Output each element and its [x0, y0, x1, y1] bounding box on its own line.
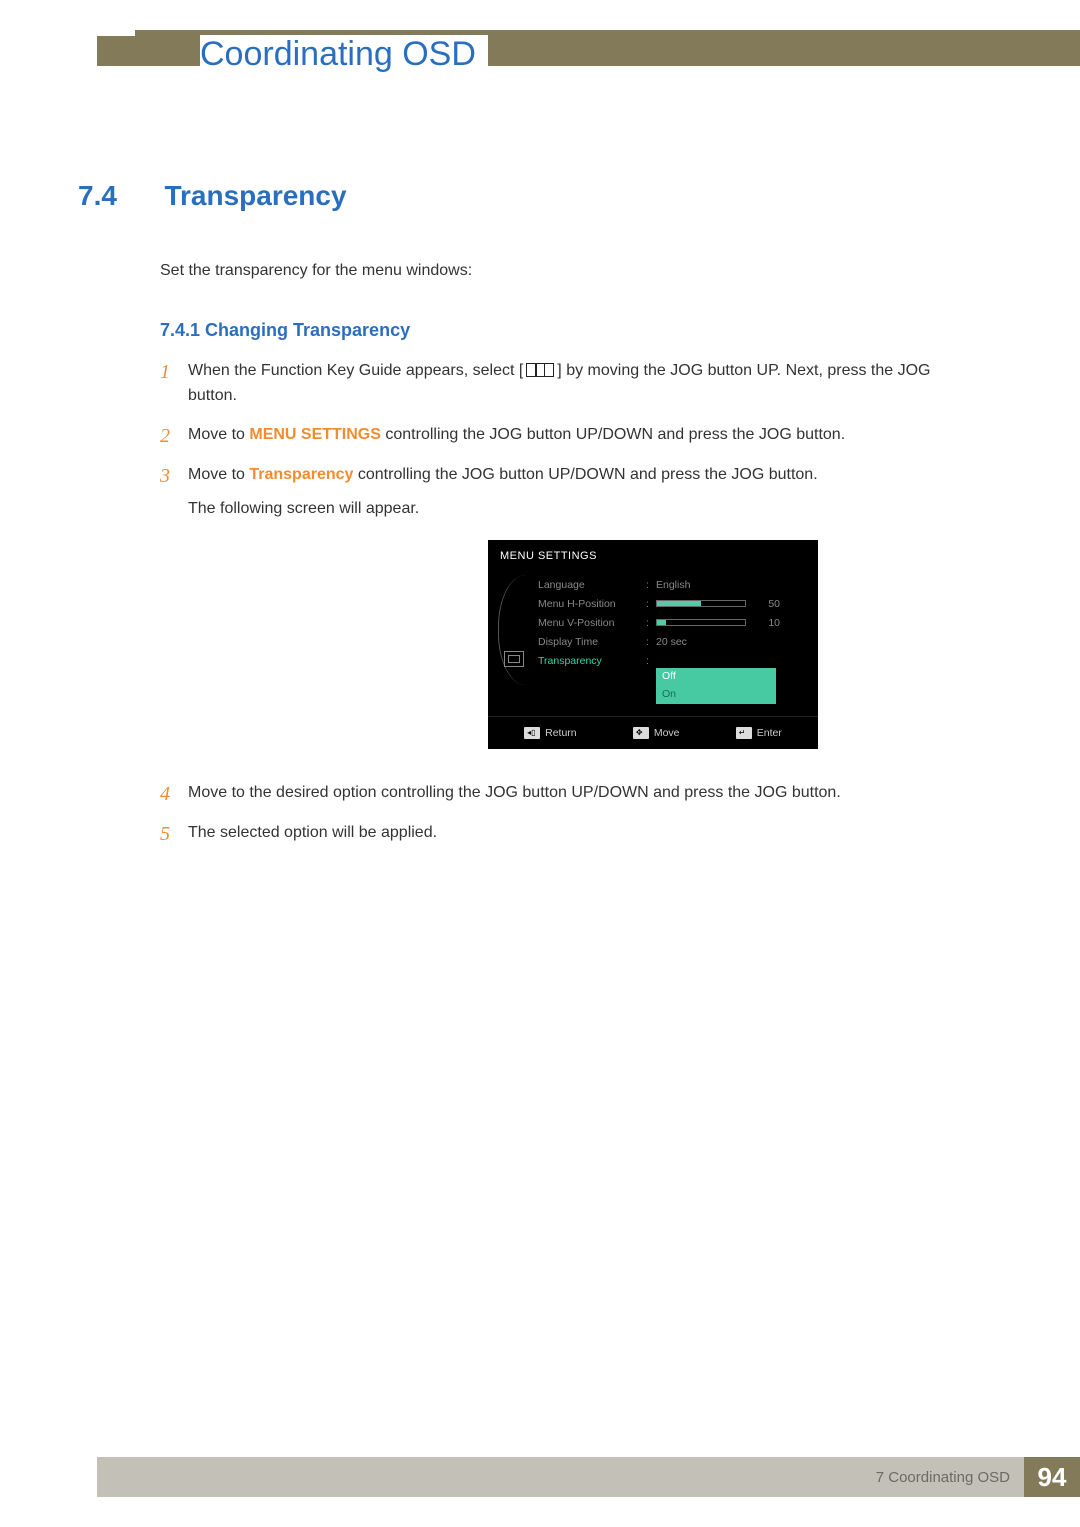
step-number: 2: [160, 423, 188, 449]
step-3: 3 Move to Transparency controlling the J…: [160, 463, 980, 767]
section-number: 7.4: [78, 180, 160, 212]
page-number: 94: [1024, 1457, 1080, 1497]
osd-option-off: Off: [656, 668, 776, 686]
osd-dropdown: Off On: [656, 668, 776, 703]
osd-row-language: Language : English: [538, 575, 808, 594]
subsection-heading: 7.4.1 Changing Transparency: [160, 320, 980, 341]
step-2: 2 Move to MENU SETTINGS controlling the …: [160, 423, 980, 449]
page-content: 7.4 Transparency Set the transparency fo…: [78, 180, 980, 861]
osd-category-icon: [504, 651, 524, 667]
chapter-title: Coordinating OSD: [200, 35, 488, 84]
osd-row-vposition: Menu V-Position : 10: [538, 613, 808, 632]
section-heading: 7.4 Transparency: [78, 180, 980, 212]
step-text: The selected option will be applied.: [188, 821, 437, 847]
osd-row-displaytime: Display Time : 20 sec: [538, 632, 808, 651]
step-4: 4 Move to the desired option controlling…: [160, 781, 980, 807]
step-text: Move to MENU SETTINGS controlling the JO…: [188, 423, 845, 449]
steps-list: 1 When the Function Key Guide appears, s…: [160, 359, 980, 847]
footer-chapter: 7 Coordinating OSD: [876, 1469, 1024, 1486]
step-5: 5 The selected option will be applied.: [160, 821, 980, 847]
osd-rows: Language : English Menu H-Position : 50: [530, 575, 808, 703]
step-number: 5: [160, 821, 188, 847]
return-key-icon: ◂▯: [524, 727, 540, 739]
step-number: 1: [160, 359, 188, 409]
menu-icon: [526, 363, 554, 377]
osd-option-on: On: [656, 686, 776, 704]
step-number: 4: [160, 781, 188, 807]
osd-screenshot: MENU SETTINGS Language :: [488, 540, 818, 749]
slider-bar: [656, 619, 746, 626]
step-text: When the Function Key Guide appears, sel…: [188, 359, 980, 409]
enter-key-icon: ↵: [736, 727, 752, 739]
page-footer: 7 Coordinating OSD 94: [97, 1457, 1080, 1497]
osd-title: MENU SETTINGS: [488, 540, 818, 575]
osd-row-hposition: Menu H-Position : 50: [538, 594, 808, 613]
step-text: Move to Transparency controlling the JOG…: [188, 463, 818, 767]
step-1: 1 When the Function Key Guide appears, s…: [160, 359, 980, 409]
osd-footer: ◂▯Return ✥Move ↵Enter: [488, 716, 818, 749]
intro-text: Set the transparency for the menu window…: [160, 262, 980, 280]
osd-hint-move: ✥Move: [633, 725, 680, 741]
slider-bar: [656, 600, 746, 607]
section-title: Transparency: [164, 180, 346, 212]
move-key-icon: ✥: [633, 727, 649, 739]
osd-hint-enter: ↵Enter: [736, 725, 782, 741]
osd-body: Language : English Menu H-Position : 50: [488, 575, 818, 715]
step-text: Move to the desired option controlling t…: [188, 781, 841, 807]
osd-side: [498, 575, 530, 703]
step-number: 3: [160, 463, 188, 767]
osd-hint-return: ◂▯Return: [524, 725, 577, 741]
